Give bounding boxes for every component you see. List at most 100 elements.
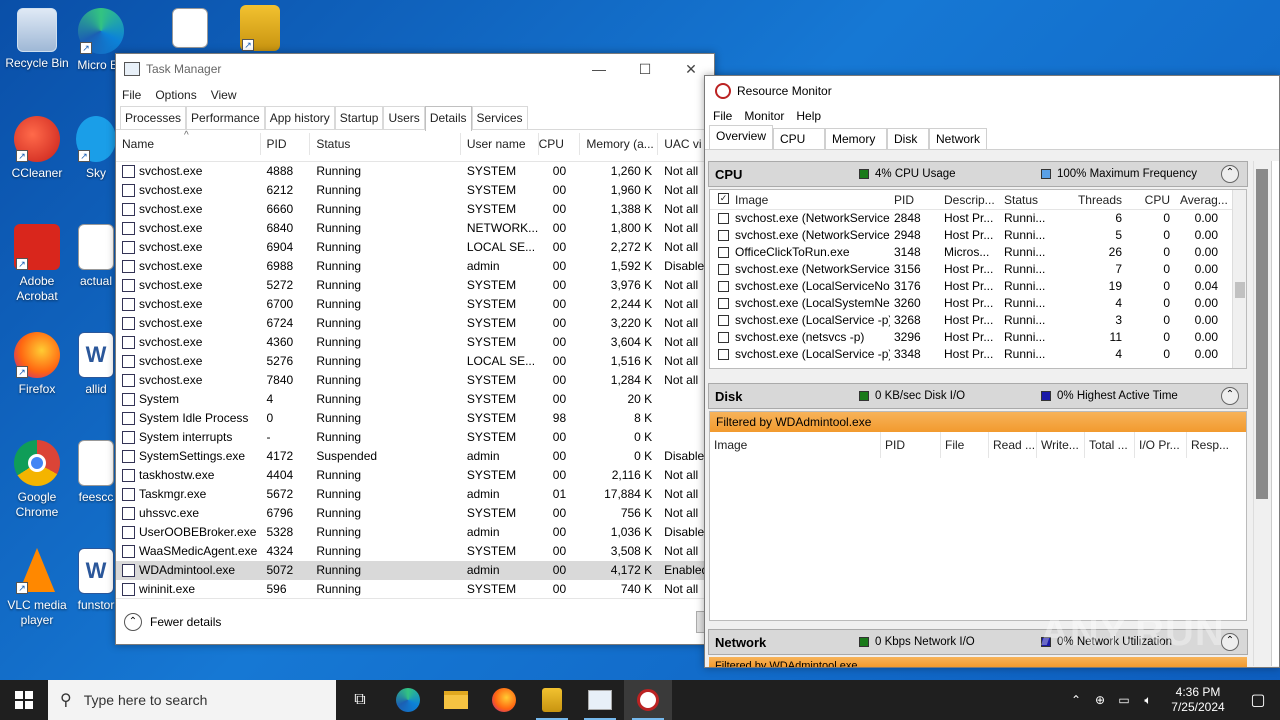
table-row[interactable]: svchost.exe (LocalSystemNet... 3260 Host P…: [710, 295, 1246, 312]
row-checkbox[interactable]: [718, 349, 729, 360]
feescc-file-icon[interactable]: feescc: [76, 440, 116, 505]
table-row[interactable]: svchost.exe (LocalService -p) 3268 Host Pr…: [710, 312, 1246, 329]
column-header-response[interactable]: Resp...: [1186, 432, 1246, 458]
column-header-memory[interactable]: Memory (a...: [580, 133, 659, 155]
image-file-icon[interactable]: [165, 8, 215, 52]
main-scrollbar[interactable]: [1253, 161, 1269, 666]
actual-file-icon[interactable]: actual: [76, 224, 116, 289]
column-header-read[interactable]: Read ...: [988, 432, 1036, 458]
network-icon[interactable]: ▭: [1112, 693, 1136, 707]
task-manager-taskbar-icon[interactable]: [576, 680, 624, 720]
column-header-cpu[interactable]: CPU: [539, 133, 581, 155]
table-row[interactable]: WaaSMedicAgent.exe 4324 Running SYSTEM 00 3,5…: [116, 542, 714, 561]
table-row[interactable]: svchost.exe (NetworkService... 2848 Host P…: [710, 210, 1246, 227]
menu-view[interactable]: View: [211, 88, 237, 102]
notification-icon[interactable]: ▢: [1236, 690, 1280, 710]
tab-performance[interactable]: Performance: [186, 106, 265, 129]
vlc-icon[interactable]: ↗ VLC media player: [1, 548, 73, 628]
column-header-image[interactable]: ✓ Image: [710, 190, 890, 209]
skype-icon[interactable]: ↗ Sky: [76, 116, 116, 181]
row-checkbox[interactable]: [718, 332, 729, 343]
row-checkbox[interactable]: [718, 281, 729, 292]
resource-monitor-taskbar-icon[interactable]: [624, 680, 672, 720]
table-row[interactable]: svchost.exe 6988 Running admin 00 1,592 K Disa…: [116, 257, 714, 276]
table-row[interactable]: OfficeClickToRun.exe 3148 Micros... Runni..…: [710, 244, 1246, 261]
tab-startup[interactable]: Startup: [334, 106, 384, 129]
edge-taskbar-icon[interactable]: [384, 680, 432, 720]
cpu-process-table[interactable]: ✓ Image PID Descrip... Status Threads CPU…: [709, 189, 1247, 369]
column-header-status[interactable]: Status: [1000, 190, 1056, 209]
task-manager-window[interactable]: Task Manager — ☐ ✕ File Options View Pro…: [115, 53, 715, 645]
table-row[interactable]: svchost.exe 6660 Running SYSTEM 00 1,388 K Not…: [116, 200, 714, 219]
column-header-file[interactable]: File: [940, 432, 988, 458]
select-all-checkbox[interactable]: ✓: [718, 193, 729, 204]
cpu-process-rows[interactable]: svchost.exe (NetworkService... 2848 Host P…: [710, 210, 1246, 363]
column-header-pid[interactable]: PID: [261, 133, 311, 155]
maximize-button[interactable]: ☐: [622, 54, 668, 84]
funstor-doc-icon[interactable]: W funstor: [76, 548, 116, 613]
resource-monitor-window[interactable]: Resource Monitor File Monitor Help Overv…: [704, 75, 1280, 668]
table-row[interactable]: System Idle Process 0 Running SYSTEM 98 8 K: [116, 409, 714, 428]
menu-monitor[interactable]: Monitor: [744, 109, 784, 123]
row-checkbox[interactable]: [718, 230, 729, 241]
table-row[interactable]: taskhostw.exe 4404 Running SYSTEM 00 2,116 KN…: [116, 466, 714, 485]
scroll-thumb[interactable]: [1256, 169, 1268, 499]
table-row[interactable]: SystemSettings.exe 4172 Suspended admin 00 0 …: [116, 447, 714, 466]
table-row[interactable]: svchost.exe 4888 Running SYSTEM 00 1,260 K Not…: [116, 162, 714, 181]
column-header-pid[interactable]: PID: [880, 432, 940, 458]
file-explorer-icon[interactable]: [432, 680, 480, 720]
ccleaner-icon[interactable]: ↗ CCleaner: [1, 116, 73, 181]
table-row[interactable]: svchost.exe (NetworkService... 2948 Host P…: [710, 227, 1246, 244]
firefox-taskbar-icon[interactable]: [480, 680, 528, 720]
lock-app-icon[interactable]: ↗: [232, 5, 288, 55]
table-row[interactable]: WDAdmintool.exe 5072 Running admin 00 4,172 K…: [116, 561, 714, 580]
table-row[interactable]: svchost.exe 6904 Running LOCAL SE... 00 2,272…: [116, 238, 714, 257]
row-checkbox[interactable]: [718, 213, 729, 224]
column-header-image[interactable]: Image: [710, 432, 880, 458]
table-row[interactable]: wininit.exe 596 Running SYSTEM 00 740 K Not al…: [116, 580, 714, 599]
title-bar[interactable]: Resource Monitor: [705, 76, 1279, 106]
menu-options[interactable]: Options: [155, 88, 196, 102]
recycle-bin-icon[interactable]: Recycle Bin: [1, 8, 73, 71]
column-header-status[interactable]: Status: [310, 133, 461, 155]
process-list[interactable]: svchost.exe 4888 Running SYSTEM 00 1,260 K Not…: [116, 162, 714, 602]
table-row[interactable]: svchost.exe 5276 Running LOCAL SE... 00 1,516…: [116, 352, 714, 371]
column-header-total[interactable]: Total ...: [1084, 432, 1134, 458]
table-row[interactable]: Taskmgr.exe 5672 Running admin 01 17,884 K Not…: [116, 485, 714, 504]
taskbar-search-box[interactable]: ⚲ Type here to search: [48, 680, 336, 720]
table-row[interactable]: svchost.exe 4360 Running SYSTEM 00 3,604 K Not…: [116, 333, 714, 352]
row-checkbox[interactable]: [718, 298, 729, 309]
fewer-details-link[interactable]: Fewer details: [150, 615, 221, 629]
row-checkbox[interactable]: [718, 264, 729, 275]
menu-help[interactable]: Help: [796, 109, 821, 123]
table-row[interactable]: svchost.exe 6700 Running SYSTEM 00 2,244 K Not…: [116, 295, 714, 314]
tab-app-history[interactable]: App history: [264, 106, 335, 129]
minimize-button[interactable]: —: [576, 54, 622, 84]
google-chrome-icon[interactable]: Google Chrome: [1, 440, 73, 520]
tab-details[interactable]: Details: [424, 106, 472, 131]
menu-file[interactable]: File: [122, 88, 141, 102]
volume-icon[interactable]: 🔈︎: [1136, 693, 1160, 708]
table-row[interactable]: System 4 Running SYSTEM 00 20 K: [116, 390, 714, 409]
start-button[interactable]: [0, 680, 48, 720]
column-header-io-priority[interactable]: I/O Pr...: [1134, 432, 1186, 458]
tab-overview[interactable]: Overview: [709, 125, 774, 149]
column-header-write[interactable]: Write...: [1036, 432, 1084, 458]
table-row[interactable]: svchost.exe 6724 Running SYSTEM 00 3,220 K Not…: [116, 314, 714, 333]
tab-services[interactable]: Services: [471, 106, 528, 129]
column-header-user[interactable]: User name: [461, 133, 539, 155]
task-view-icon[interactable]: ⧉: [336, 680, 384, 720]
tab-users[interactable]: Users: [383, 106, 425, 129]
column-header-average[interactable]: Averag...: [1176, 190, 1232, 209]
collapse-icon[interactable]: ⌃: [1221, 165, 1239, 183]
scroll-thumb[interactable]: [1235, 282, 1245, 298]
menu-file[interactable]: File: [713, 109, 732, 123]
tab-disk[interactable]: Disk: [887, 128, 930, 149]
tab-network[interactable]: Network: [929, 128, 988, 149]
chevron-up-icon[interactable]: ⌃: [1064, 693, 1088, 707]
tab-memory[interactable]: Memory: [825, 128, 888, 149]
table-row[interactable]: svchost.exe 6212 Running SYSTEM 00 1,960 K Not…: [116, 181, 714, 200]
table-row[interactable]: uhssvc.exe 6796 Running SYSTEM 00 756 K Not al…: [116, 504, 714, 523]
cpu-scrollbar[interactable]: [1232, 190, 1246, 368]
firefox-icon[interactable]: ↗ Firefox: [1, 332, 73, 397]
